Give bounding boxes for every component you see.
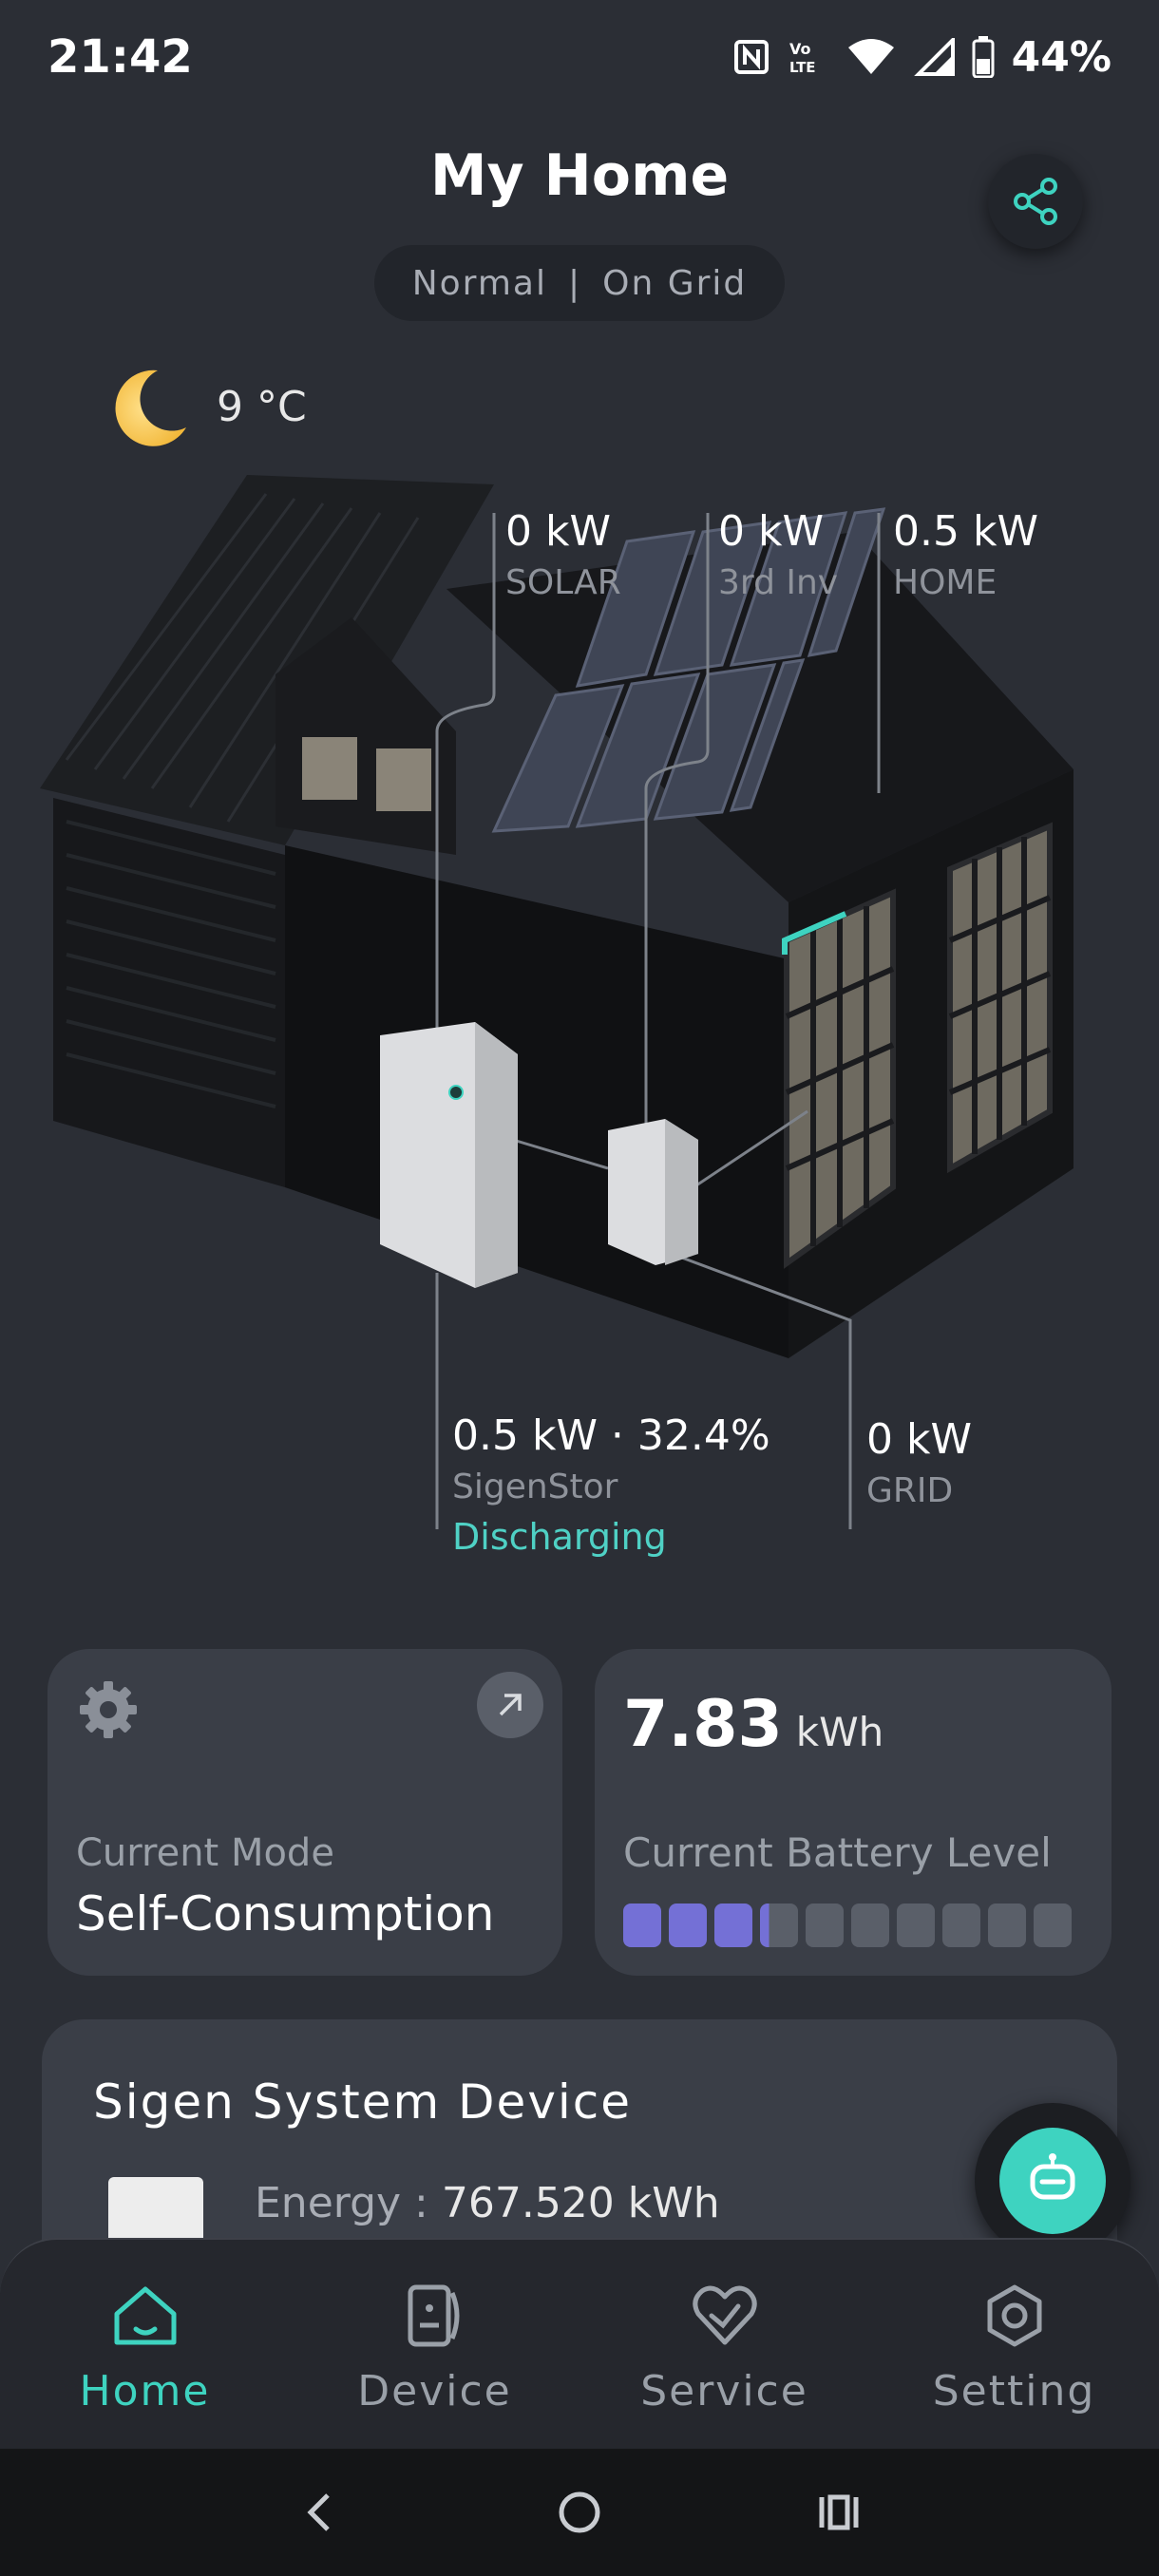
current-mode-card[interactable]: Current Mode Self-Consumption xyxy=(48,1649,562,1976)
assistant-button[interactable] xyxy=(975,2103,1130,2259)
svg-text:LTE: LTE xyxy=(789,59,816,76)
battery-segment xyxy=(897,1904,935,1947)
home-power: 0.5 kW xyxy=(893,507,1038,556)
page-title: My Home xyxy=(429,142,730,209)
device-card-title: Sigen System Device xyxy=(93,2074,633,2130)
weather-temperature: 9 °C xyxy=(217,382,307,431)
nav-setting-label: Setting xyxy=(932,2366,1096,2415)
service-icon xyxy=(692,2285,757,2344)
status-icons: Vo LTE 44% xyxy=(732,33,1112,82)
battery-label: SigenStor xyxy=(452,1468,618,1506)
battery-segment xyxy=(714,1904,752,1947)
nav-device[interactable]: Device xyxy=(321,2282,549,2415)
home-button-icon[interactable] xyxy=(551,2484,608,2541)
battery-segment xyxy=(988,1904,1026,1947)
arrow-up-right-icon xyxy=(499,1694,522,1716)
grid-flow: 0 kW GRID xyxy=(866,1415,972,1510)
battery-energy: 7.83 xyxy=(623,1687,783,1762)
battery-status: Discharging xyxy=(452,1516,667,1558)
solar-flow: 0 kW SOLAR xyxy=(505,507,621,602)
nav-device-label: Device xyxy=(357,2366,512,2415)
signal-icon xyxy=(913,38,955,76)
mode-status-pill: Normal | On Grid xyxy=(374,245,785,321)
moon-icon xyxy=(115,369,186,446)
nav-home[interactable]: Home xyxy=(31,2282,259,2415)
status-time: 21:42 xyxy=(48,30,193,84)
solar-power: 0 kW xyxy=(505,507,611,556)
battery-segment xyxy=(623,1904,661,1947)
back-icon[interactable] xyxy=(292,2484,349,2541)
grid-label: GRID xyxy=(866,1471,954,1510)
weather-widget: 9 °C xyxy=(103,361,307,452)
volte-icon: Vo LTE xyxy=(788,38,829,76)
nav-service[interactable]: Service xyxy=(611,2282,839,2415)
nav-setting[interactable]: Setting xyxy=(901,2282,1129,2415)
svg-text:Vo: Vo xyxy=(789,40,811,58)
recents-icon[interactable] xyxy=(810,2484,867,2541)
device-thumbnail xyxy=(108,2177,203,2244)
device-energy-value: 767.520 kWh xyxy=(441,2179,720,2227)
grid-power: 0 kW xyxy=(866,1415,972,1464)
nav-home-label: Home xyxy=(79,2366,211,2415)
battery-segment xyxy=(669,1904,707,1947)
system-nav-bar xyxy=(0,2449,1159,2576)
status-bar: 21:42 Vo LTE 44% xyxy=(0,0,1159,114)
robot-icon xyxy=(1030,2153,1075,2200)
battery-power: 0.5 kW · 32.4% xyxy=(452,1411,770,1460)
share-icon xyxy=(1014,178,1057,225)
battery-icon xyxy=(972,36,995,78)
battery-segment xyxy=(1034,1904,1072,1947)
solar-label: SOLAR xyxy=(505,563,621,602)
battery-segment xyxy=(942,1904,980,1947)
third-inv-flow: 0 kW 3rd Inv xyxy=(718,507,838,602)
share-button[interactable] xyxy=(988,154,1083,249)
battery-percent: 44% xyxy=(1011,32,1112,82)
battery-segment xyxy=(806,1904,844,1947)
home-label: HOME xyxy=(893,563,998,602)
pill-separator: | xyxy=(567,263,582,303)
grid-status: On Grid xyxy=(602,263,748,303)
home-flow: 0.5 kW HOME xyxy=(893,507,1038,602)
home-icon xyxy=(114,2286,176,2344)
operating-mode: Normal xyxy=(411,263,547,303)
battery-level-bar xyxy=(623,1904,1072,1947)
nav-service-label: Service xyxy=(640,2366,808,2415)
device-energy-label: Energy : xyxy=(255,2179,442,2227)
third-inv-label: 3rd Inv xyxy=(718,563,839,602)
bottom-nav: Home Device Service Setting xyxy=(0,2238,1159,2449)
open-mode-button[interactable] xyxy=(477,1672,543,1738)
mode-label: Current Mode xyxy=(76,1831,334,1875)
setting-icon xyxy=(987,2284,1041,2346)
wifi-icon xyxy=(846,38,896,76)
battery-level-label: Current Battery Level xyxy=(623,1829,1052,1876)
mode-value: Self-Consumption xyxy=(76,1886,495,1941)
house-illustration: 0 kW SOLAR 0 kW 3rd Inv 0.5 kW HOME 0.5 … xyxy=(0,446,1159,1590)
device-energy: Energy : 767.520 kWh xyxy=(255,2179,720,2227)
gear-icon xyxy=(74,1676,142,1748)
battery-segment xyxy=(760,1904,798,1947)
battery-flow[interactable]: 0.5 kW · 32.4% SigenStor Discharging xyxy=(452,1411,770,1558)
battery-energy-unit: kWh xyxy=(795,1709,884,1755)
nfc-icon xyxy=(732,38,770,76)
battery-segment xyxy=(851,1904,889,1947)
device-icon xyxy=(408,2284,459,2346)
third-inv-power: 0 kW xyxy=(718,507,824,556)
battery-level-card[interactable]: 7.83 kWh Current Battery Level xyxy=(595,1649,1112,1976)
